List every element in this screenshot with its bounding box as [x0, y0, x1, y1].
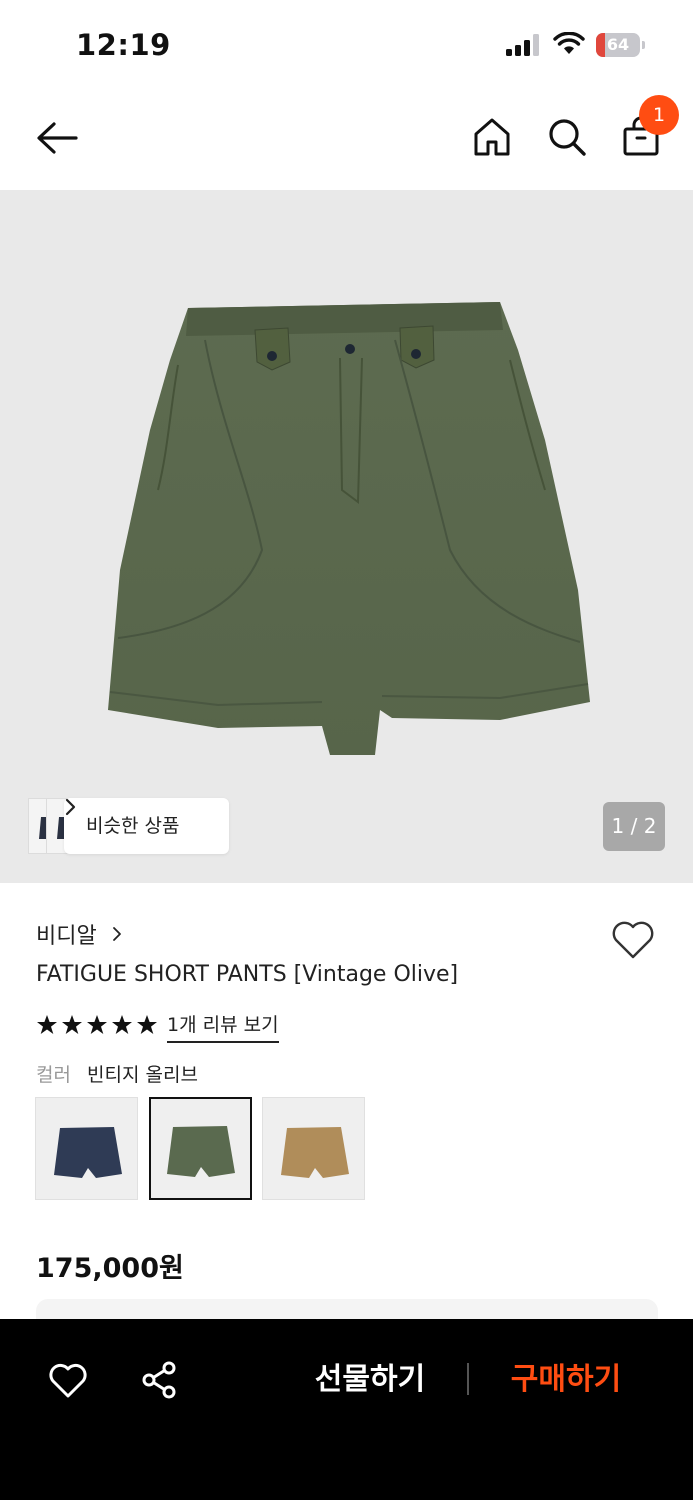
brand-name: 비디알 — [36, 924, 97, 949]
heart-icon[interactable] — [610, 920, 656, 960]
home-icon[interactable] — [472, 116, 512, 158]
chevron-right-icon — [112, 927, 121, 941]
similar-products-button[interactable]: 비슷한 상품 — [64, 798, 229, 854]
status-time: 12:19 — [76, 28, 171, 62]
cart-count-badge: 1 — [639, 95, 679, 135]
color-label: 컬러 — [36, 1064, 71, 1086]
heart-icon[interactable] — [48, 1363, 88, 1399]
similar-products-label: 비슷한 상품 — [86, 815, 180, 837]
product-photo — [108, 302, 590, 755]
product-image-gallery[interactable]: 비슷한 상품 1 / 2 — [0, 190, 693, 883]
status-bar: 12:19 64 — [0, 0, 693, 90]
brand-link[interactable]: 비디알 — [36, 918, 122, 954]
cellular-signal-icon — [506, 34, 539, 56]
review-link[interactable]: 1개 리뷰 보기 — [167, 1010, 279, 1043]
color-swatch-navy[interactable] — [35, 1097, 138, 1200]
wifi-icon — [553, 32, 585, 54]
star-rating-icon — [37, 1015, 157, 1034]
color-value: 빈티지 올리브 — [87, 1064, 198, 1086]
battery-indicator: 64 — [596, 33, 646, 57]
buy-button[interactable]: 구매하기 — [486, 1355, 646, 1405]
back-arrow-icon[interactable] — [34, 118, 80, 158]
image-page-indicator: 1 / 2 — [603, 802, 665, 851]
chevron-right-icon — [65, 798, 76, 816]
product-price: 175,000원 — [36, 1253, 184, 1284]
divider — [467, 1363, 469, 1395]
search-icon[interactable] — [546, 116, 588, 158]
color-swatch-olive[interactable] — [149, 1097, 252, 1200]
product-title: FATIGUE SHORT PANTS [Vintage Olive] — [36, 962, 459, 987]
share-icon[interactable] — [141, 1361, 177, 1399]
color-swatch-khaki[interactable] — [262, 1097, 365, 1200]
bottom-action-bar: 선물하기 구매하기 — [0, 1319, 693, 1500]
color-row: 컬러 빈티지 올리브 — [36, 1060, 198, 1087]
top-navigation — [0, 90, 693, 190]
gift-button[interactable]: 선물하기 — [290, 1355, 450, 1405]
battery-level: 64 — [606, 35, 630, 54]
